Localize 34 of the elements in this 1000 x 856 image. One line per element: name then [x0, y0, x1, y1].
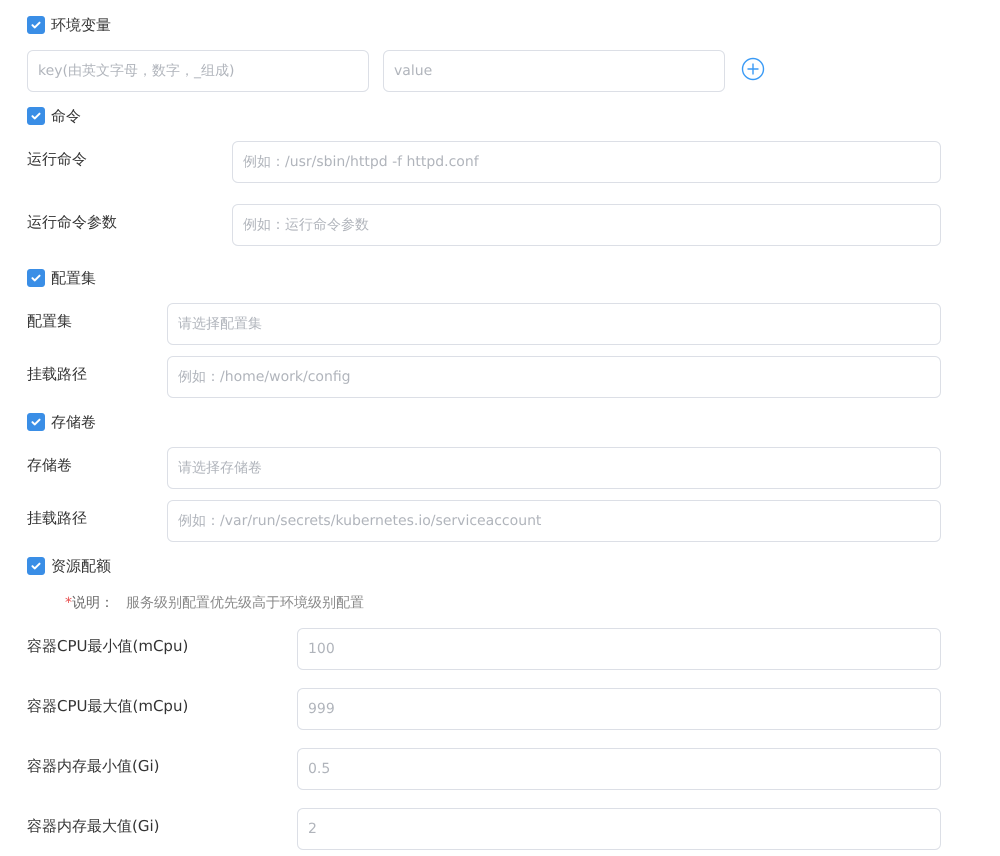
field-label: 容器CPU最小值(mCpu): [27, 636, 190, 656]
input-field[interactable]: key(由英文字母，数字，_组成): [27, 50, 369, 92]
field-label: 容器CPU最大值(mCpu): [27, 696, 190, 716]
input-field[interactable]: value: [383, 50, 725, 92]
field-label: 配置集: [27, 312, 73, 332]
add-icon[interactable]: [741, 57, 765, 81]
checkbox[interactable]: [27, 413, 45, 431]
field-label: 运行命令参数: [27, 212, 118, 232]
section-title: 资源配额: [51, 556, 111, 576]
input-field[interactable]: 2: [297, 808, 941, 850]
note-text: *说明： 服务级别配置优先级高于环境级别配置: [65, 594, 365, 613]
input-field[interactable]: 100: [297, 628, 941, 670]
section-title: 存储卷: [51, 412, 96, 432]
field-label: 运行命令: [27, 150, 88, 170]
input-field[interactable]: 0.5: [297, 748, 941, 790]
section-title: 环境变量: [51, 16, 111, 34]
checkbox[interactable]: [27, 16, 45, 34]
field-label: 容器内存最小值(Gi): [27, 756, 160, 776]
section-title: 命令: [51, 106, 81, 126]
section-title: 配置集: [51, 268, 96, 288]
input-field[interactable]: 例如：/var/run/secrets/kubernetes.io/serviceaccount: [167, 500, 941, 542]
field-label: 挂载路径: [27, 508, 88, 528]
field-label: 容器内存最大值(Gi): [27, 816, 160, 836]
checkbox[interactable]: [27, 107, 45, 125]
input-field[interactable]: 999: [297, 688, 941, 730]
input-field[interactable]: 请选择配置集: [167, 303, 941, 345]
input-field[interactable]: 请选择存储卷: [167, 447, 941, 489]
input-field[interactable]: 例如：运行命令参数: [232, 204, 941, 246]
checkbox[interactable]: [27, 269, 45, 287]
input-field[interactable]: 例如：/home/work/config: [167, 356, 941, 398]
checkbox[interactable]: [27, 557, 45, 575]
field-label: 挂载路径: [27, 364, 88, 384]
input-field[interactable]: 例如：/usr/sbin/httpd -f httpd.conf: [232, 141, 941, 183]
field-label: 存储卷: [27, 456, 73, 476]
